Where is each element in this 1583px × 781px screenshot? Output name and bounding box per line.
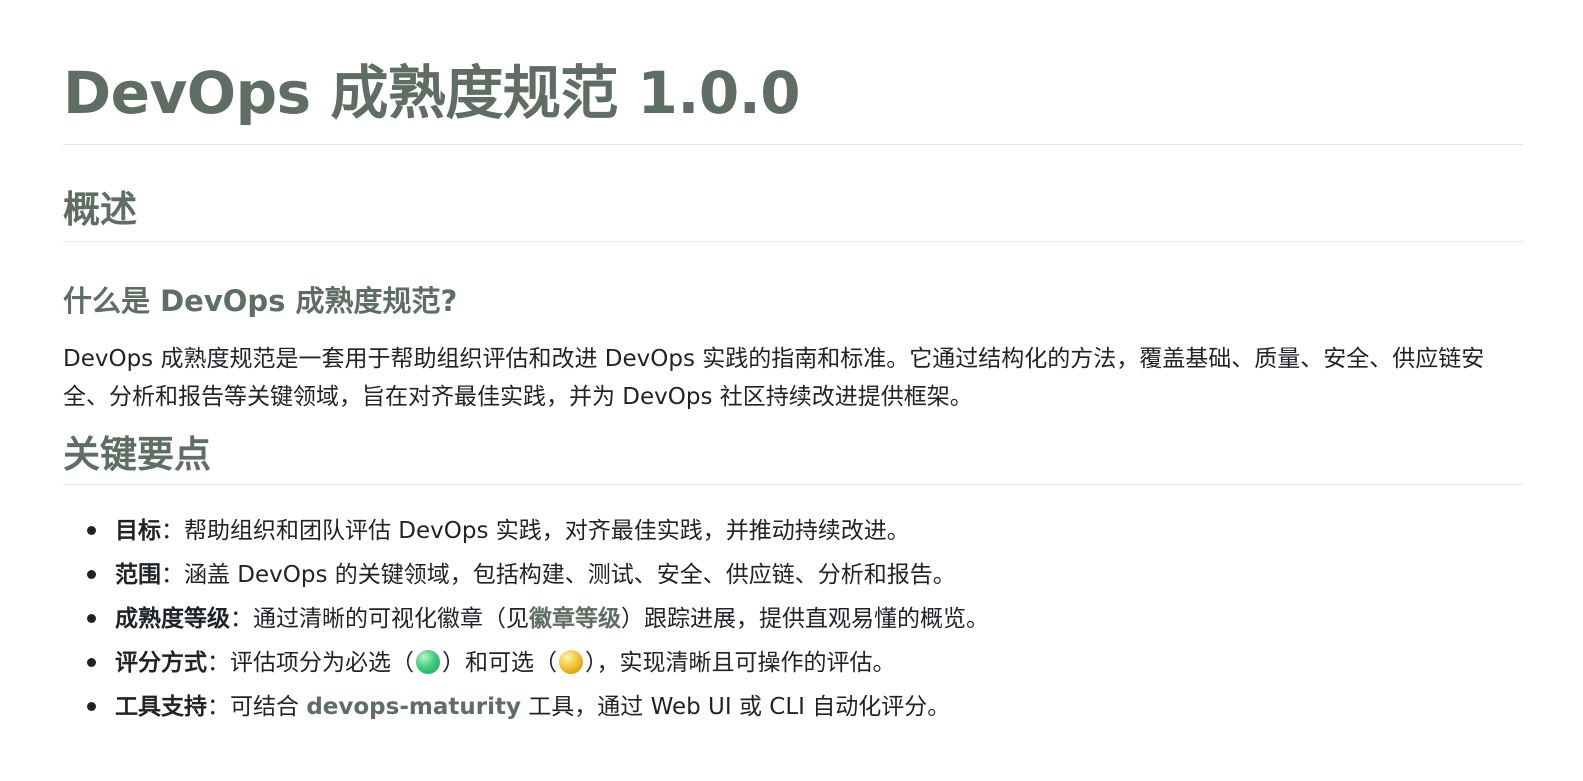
bullet-icon <box>87 526 96 535</box>
badge-levels-link[interactable]: 徽章等级 <box>529 606 621 632</box>
term-label: 范围 <box>115 562 161 588</box>
what-is-heading: 什么是 DevOps 成熟度规范? <box>63 284 458 318</box>
separator: ： <box>207 694 230 720</box>
item-text-after: ），实现清晰且可操作的评估。 <box>585 650 896 676</box>
key-points-heading: 关键要点 <box>63 433 211 476</box>
list-item-scoring: 评分方式：评估项分为必选（ ）和可选（ ），实现清晰且可操作的评估。 <box>87 641 1523 685</box>
bullet-icon <box>87 658 96 667</box>
document: DevOps 成熟度规范 1.0.0 概述 什么是 DevOps 成熟度规范? … <box>63 0 1523 729</box>
item-text-before: 可结合 <box>230 694 307 720</box>
key-points-divider <box>63 484 1523 485</box>
devops-maturity-link[interactable]: devops-maturity <box>306 694 521 720</box>
page-title: DevOps 成熟度规范 1.0.0 <box>63 59 801 127</box>
bullet-icon <box>87 614 96 623</box>
item-text: 帮助组织和团队评估 DevOps 实践，对齐最佳实践，并推动持续改进。 <box>184 518 910 544</box>
list-item-scope: 范围：涵盖 DevOps 的关键领域，包括构建、测试、安全、供应链、分析和报告。 <box>87 553 1523 597</box>
term-label: 成熟度等级 <box>115 606 230 632</box>
overview-heading: 概述 <box>63 188 137 231</box>
term-label: 目标 <box>115 518 161 544</box>
item-text-after: ）跟踪进展，提供直观易懂的概览。 <box>621 606 989 632</box>
separator: ： <box>161 518 184 544</box>
bullet-icon <box>87 570 96 579</box>
list-item-tooling: 工具支持：可结合 devops-maturity 工具，通过 Web UI 或 … <box>87 685 1523 729</box>
item-text-before: 评估项分为必选（ <box>230 650 414 676</box>
separator: ： <box>230 606 253 632</box>
green-ball-icon <box>416 650 440 674</box>
separator: ： <box>161 562 184 588</box>
term-label: 工具支持 <box>115 694 207 720</box>
list-item-goal: 目标：帮助组织和团队评估 DevOps 实践，对齐最佳实践，并推动持续改进。 <box>87 509 1523 553</box>
intro-paragraph: DevOps 成熟度规范是一套用于帮助组织评估和改进 DevOps 实践的指南和… <box>63 346 1485 410</box>
term-label: 评分方式 <box>115 650 207 676</box>
item-text-before: 通过清晰的可视化徽章（见 <box>253 606 529 632</box>
list-item-maturity-level: 成熟度等级：通过清晰的可视化徽章（见徽章等级）跟踪进展，提供直观易懂的概览。 <box>87 597 1523 641</box>
key-points-list: 目标：帮助组织和团队评估 DevOps 实践，对齐最佳实践，并推动持续改进。 范… <box>63 509 1523 729</box>
separator: ： <box>207 650 230 676</box>
item-text: 涵盖 DevOps 的关键领域，包括构建、测试、安全、供应链、分析和报告。 <box>184 562 956 588</box>
bullet-icon <box>87 702 96 711</box>
item-text-mid: ）和可选（ <box>442 650 557 676</box>
item-text-after: 工具，通过 Web UI 或 CLI 自动化评分。 <box>520 694 951 720</box>
yellow-ball-icon <box>559 650 583 674</box>
